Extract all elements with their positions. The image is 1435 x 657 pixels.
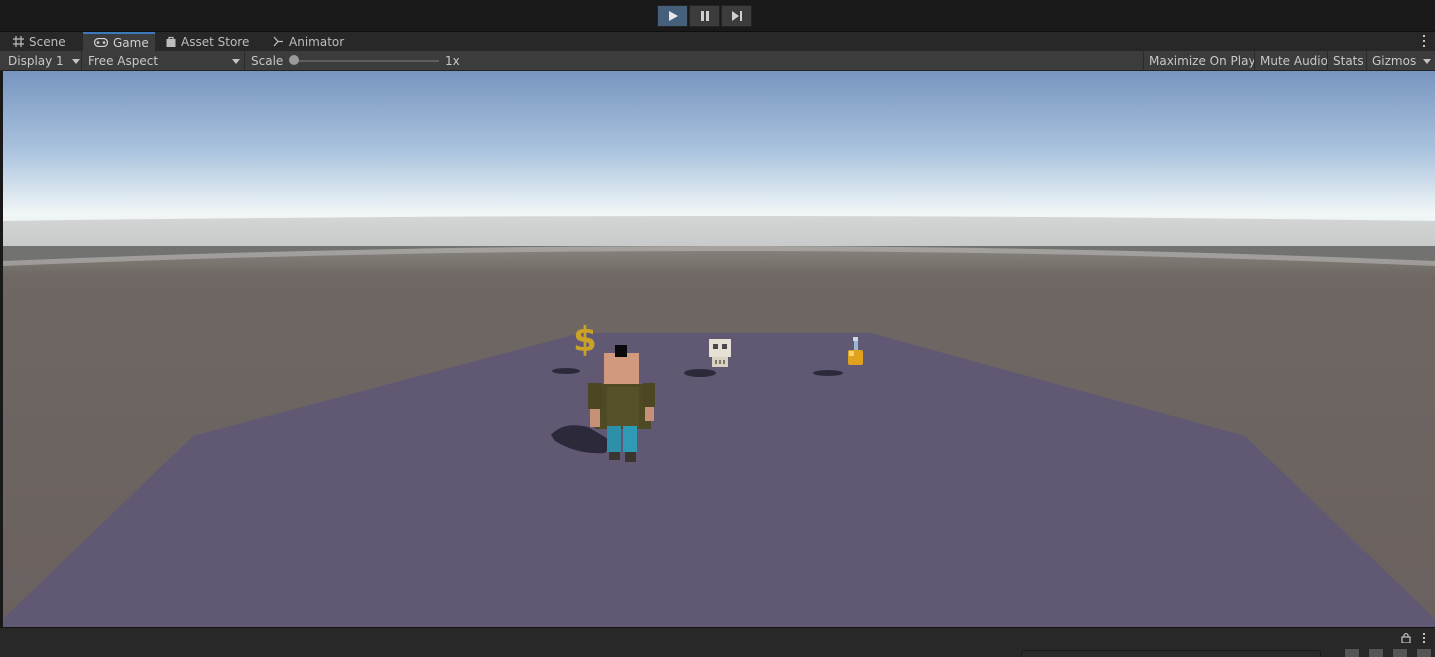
- svg-text:$: $: [573, 320, 597, 360]
- scale-slider-handle[interactable]: [289, 55, 299, 65]
- step-icon: [731, 11, 742, 21]
- gizmos-toggle[interactable]: Gizmos: [1366, 51, 1421, 71]
- play-controls: [657, 5, 753, 27]
- aspect-dropdown[interactable]: Free Aspect: [82, 51, 245, 71]
- console-filter-icons: [1345, 649, 1431, 657]
- lock-icon[interactable]: [1401, 632, 1411, 646]
- skull-shadow: [684, 369, 716, 377]
- chevron-down-icon: [72, 59, 80, 64]
- display-label: Display 1: [8, 54, 64, 68]
- chevron-down-icon: [232, 59, 240, 64]
- scale-slider-track[interactable]: [294, 60, 439, 62]
- info-filter-icon[interactable]: [1345, 649, 1359, 657]
- visibility-icon[interactable]: [1417, 649, 1431, 657]
- tab-asset-store[interactable]: Asset Store: [155, 32, 257, 51]
- game-viewport[interactable]: $: [3, 71, 1435, 627]
- animator-icon: [273, 36, 284, 47]
- play-button[interactable]: [657, 5, 688, 27]
- warning-filter-icon[interactable]: [1369, 649, 1383, 657]
- tab-options-menu-icon[interactable]: [1421, 34, 1427, 48]
- console-search-input[interactable]: [1021, 650, 1321, 657]
- status-bar: [0, 627, 1435, 657]
- main-toolbar: [0, 0, 1435, 32]
- aspect-label: Free Aspect: [88, 54, 159, 68]
- status-options-menu-icon[interactable]: [1421, 632, 1427, 644]
- dollar-coin: $: [573, 320, 597, 360]
- tab-label: Asset Store: [181, 34, 250, 49]
- display-dropdown[interactable]: Display 1: [0, 51, 82, 71]
- stats-toggle[interactable]: Stats: [1327, 51, 1369, 71]
- pause-icon: [700, 11, 709, 21]
- tab-label: Animator: [289, 34, 345, 49]
- scale-value: 1x: [445, 54, 460, 68]
- tab-label: Game: [113, 35, 149, 50]
- gizmos-chevron-down-icon[interactable]: [1423, 59, 1431, 64]
- skull: [709, 339, 731, 367]
- scale-label: Scale: [251, 54, 284, 68]
- bag-icon: [166, 36, 176, 47]
- tab-animator[interactable]: Animator: [262, 32, 352, 51]
- pause-button[interactable]: [689, 5, 720, 27]
- play-icon: [668, 11, 678, 21]
- tab-label: Scene: [29, 34, 66, 49]
- gamepad-icon: [94, 38, 108, 47]
- mute-audio-toggle[interactable]: Mute Audio: [1254, 51, 1333, 71]
- coin-shadow: [552, 368, 580, 374]
- grid-icon: [13, 36, 24, 47]
- error-filter-icon[interactable]: [1393, 649, 1407, 657]
- game-view-toolbar: Display 1 Free Aspect Scale 1x Maximize …: [0, 51, 1435, 71]
- tab-scene[interactable]: Scene: [2, 32, 74, 51]
- tab-game[interactable]: Game: [83, 32, 155, 51]
- editor-tabbar: Scene Game Asset Store Animator: [0, 32, 1435, 51]
- potion-shadow: [813, 370, 843, 376]
- step-button[interactable]: [721, 5, 752, 27]
- maximize-on-play-toggle[interactable]: Maximize On Play: [1143, 51, 1261, 71]
